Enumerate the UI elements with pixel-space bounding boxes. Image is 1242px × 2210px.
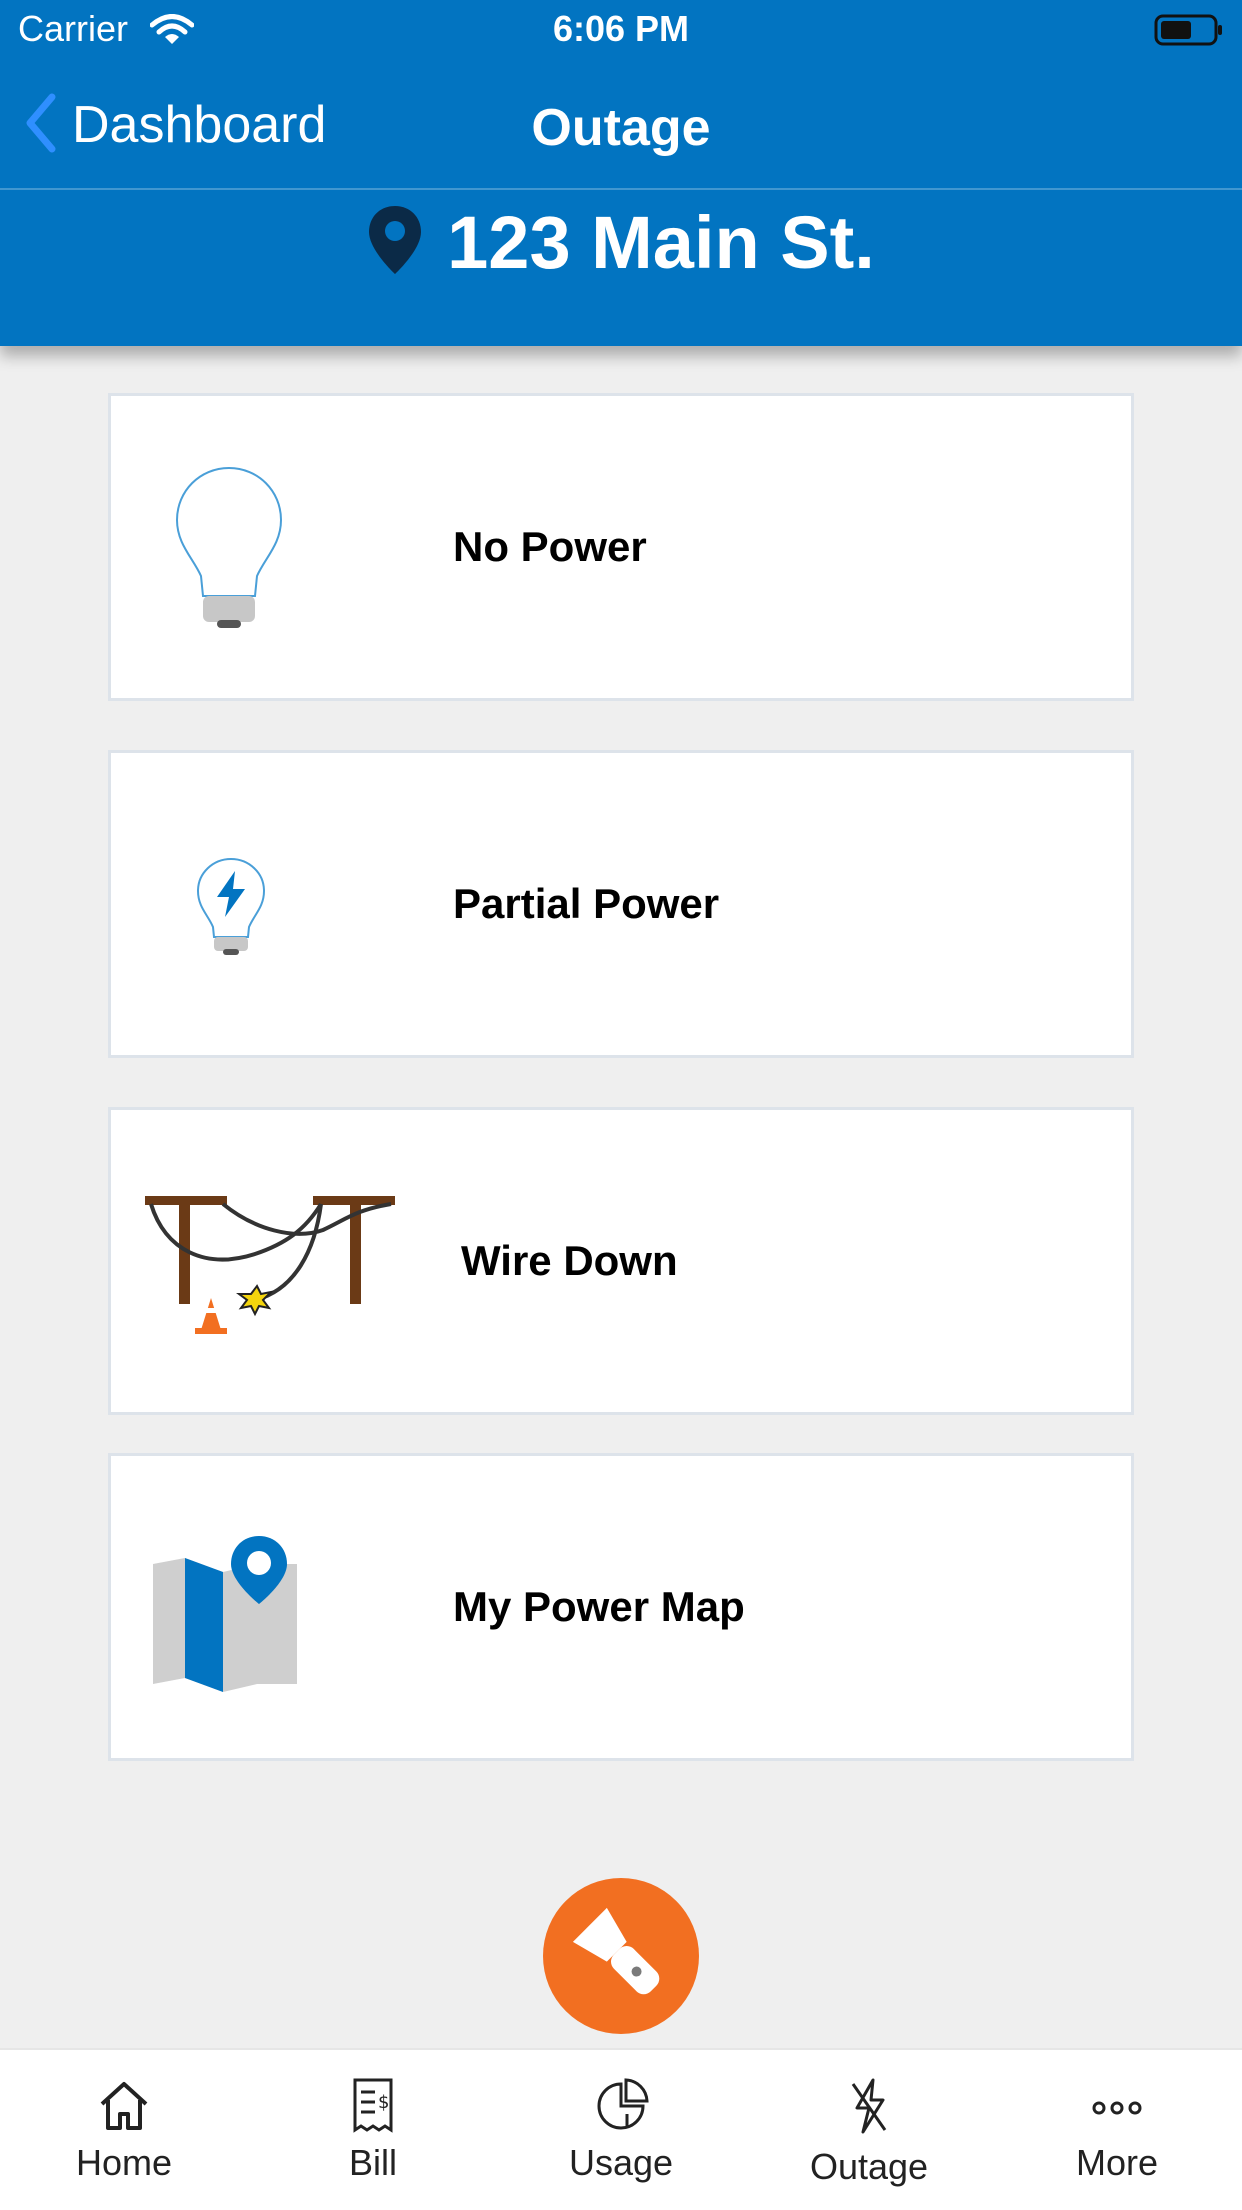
flashlight-button[interactable] (543, 1878, 699, 2034)
header: Carrier 6:06 PM Dashboard Outage 123 Mai… (0, 0, 1242, 346)
partial-power-card[interactable]: Partial Power (108, 750, 1134, 1058)
tab-home[interactable]: Home (24, 2050, 224, 2210)
tab-outage[interactable]: Outage (769, 2050, 969, 2210)
power-map-card[interactable]: My Power Map (108, 1453, 1134, 1761)
lightbulb-bolt-icon (195, 857, 267, 962)
wire-down-label: Wire Down (461, 1237, 678, 1284)
lightbulb-icon (173, 466, 285, 635)
navigation-bar: Dashboard Outage (0, 70, 1242, 190)
no-power-card[interactable]: No Power (108, 393, 1134, 701)
downed-wire-icon (145, 1190, 395, 1345)
more-icon (1092, 2101, 1142, 2115)
tab-bar: Home $ Bill Usage Outage More (0, 2048, 1242, 2210)
outage-icon (851, 2078, 887, 2134)
home-icon (100, 2082, 148, 2130)
bill-icon: $ (353, 2078, 393, 2133)
location-pin-icon (367, 204, 423, 281)
no-power-label: No Power (453, 523, 647, 570)
tab-outage-label: Outage (809, 2146, 929, 2187)
wire-down-card[interactable]: Wire Down (108, 1107, 1134, 1415)
battery-icon (1154, 14, 1224, 46)
map-pin-icon (151, 1534, 311, 1699)
svg-text:$: $ (378, 2092, 389, 2113)
tab-bill-label: Bill (348, 2142, 397, 2183)
flashlight-icon (572, 1907, 660, 1995)
usage-icon (597, 2078, 649, 2130)
address-text: 123 Main St. (447, 201, 875, 284)
tab-more-label: More (1075, 2142, 1159, 2183)
status-time: 6:06 PM (552, 8, 690, 49)
status-bar: Carrier 6:06 PM (0, 0, 1242, 60)
power-map-label: My Power Map (453, 1583, 745, 1630)
tab-bill[interactable]: $ Bill (273, 2050, 473, 2210)
tab-more[interactable]: More (1017, 2050, 1217, 2210)
partial-power-label: Partial Power (453, 880, 720, 927)
tab-usage-label: Usage (568, 2142, 674, 2183)
tab-usage[interactable]: Usage (521, 2050, 721, 2210)
page-title: Outage (531, 99, 711, 157)
address-banner: 123 Main St. (0, 200, 1242, 285)
tab-home-label: Home (75, 2142, 173, 2183)
